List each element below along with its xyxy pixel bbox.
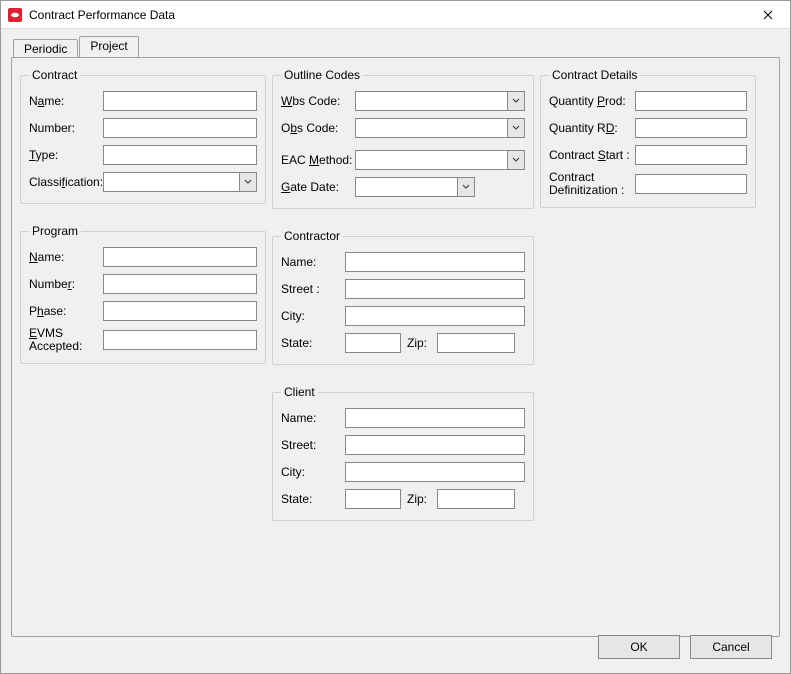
obs-code-label: Obs Code: [281, 122, 355, 135]
program-phase-input[interactable] [103, 301, 257, 321]
contract-definitization-input[interactable] [635, 174, 747, 194]
app-icon [7, 7, 23, 23]
contract-name-input[interactable] [103, 91, 257, 111]
quantity-prod-label: Quantity Prod: [549, 95, 635, 108]
gate-date-label: Gate Date: [281, 181, 355, 194]
gate-date-input[interactable] [355, 177, 457, 197]
client-state-input[interactable] [345, 489, 401, 509]
obs-code-input[interactable] [355, 118, 507, 138]
contract-classification-dropdown-button[interactable] [239, 172, 257, 192]
wbs-code-input[interactable] [355, 91, 507, 111]
group-client: Client Name: Street: City: [272, 385, 534, 521]
chevron-down-icon [512, 157, 520, 163]
quantity-rd-label: Quantity RD: [549, 122, 635, 135]
quantity-rd-input[interactable] [635, 118, 747, 138]
chevron-down-icon [462, 184, 470, 190]
program-number-input[interactable] [103, 274, 257, 294]
client-street-label: Street: [281, 439, 345, 452]
button-bar: OK Cancel [598, 635, 772, 659]
client-zip-input[interactable] [437, 489, 515, 509]
program-name-input[interactable] [103, 247, 257, 267]
contract-number-input[interactable] [103, 118, 257, 138]
group-contract: Contract Name: Number: Type: [20, 68, 266, 204]
contract-name-label: Name: [29, 95, 103, 108]
client-city-input[interactable] [345, 462, 525, 482]
group-contract-legend: Contract [29, 68, 80, 82]
gate-date-dropdown-button[interactable] [457, 177, 475, 197]
tab-strip: Periodic Project [13, 35, 780, 57]
close-icon [763, 10, 773, 20]
group-contractor: Contractor Name: Street : City: [272, 229, 534, 365]
program-evms-input[interactable] [103, 330, 257, 350]
client-name-label: Name: [281, 412, 345, 425]
client-street-input[interactable] [345, 435, 525, 455]
contractor-name-input[interactable] [345, 252, 525, 272]
chevron-down-icon [244, 179, 252, 185]
contract-number-label: Number: [29, 122, 103, 135]
tab-panel-project: Contract Name: Number: Type: [11, 57, 780, 637]
group-contractor-legend: Contractor [281, 229, 343, 243]
contractor-name-label: Name: [281, 256, 345, 269]
contractor-street-input[interactable] [345, 279, 525, 299]
tab-project[interactable]: Project [79, 36, 138, 57]
contractor-zip-label: Zip: [407, 337, 431, 350]
titlebar: Contract Performance Data [1, 1, 790, 29]
wbs-code-label: Wbs Code: [281, 95, 355, 108]
contractor-state-label: State: [281, 337, 345, 350]
quantity-prod-input[interactable] [635, 91, 747, 111]
program-number-label: Number: [29, 278, 103, 291]
contract-classification-label: Classification: [29, 176, 103, 189]
dialog-body: Periodic Project Contract Name: Number: [1, 29, 790, 673]
group-contract-details: Contract Details Quantity Prod: Quantity… [540, 68, 756, 208]
contract-type-input[interactable] [103, 145, 257, 165]
contractor-city-input[interactable] [345, 306, 525, 326]
tab-periodic[interactable]: Periodic [13, 39, 78, 58]
ok-button[interactable]: OK [598, 635, 680, 659]
eac-method-label: EAC Method: [281, 154, 355, 167]
contract-classification-input[interactable] [103, 172, 239, 192]
client-name-input[interactable] [345, 408, 525, 428]
group-outline-legend: Outline Codes [281, 68, 363, 82]
chevron-down-icon [512, 98, 520, 104]
contractor-city-label: City: [281, 310, 345, 323]
contractor-state-input[interactable] [345, 333, 401, 353]
group-program-legend: Program [29, 224, 81, 238]
client-city-label: City: [281, 466, 345, 479]
wbs-code-dropdown-button[interactable] [507, 91, 525, 111]
client-state-label: State: [281, 493, 345, 506]
contract-type-label: Type: [29, 149, 103, 162]
obs-code-dropdown-button[interactable] [507, 118, 525, 138]
chevron-down-icon [512, 125, 520, 131]
close-button[interactable] [746, 1, 790, 28]
window-title: Contract Performance Data [29, 8, 746, 22]
dialog-window: Contract Performance Data Periodic Proje… [0, 0, 791, 674]
contract-start-label: Contract Start : [549, 149, 635, 162]
contract-start-input[interactable] [635, 145, 747, 165]
group-outline-codes: Outline Codes Wbs Code: Obs Code: [272, 68, 534, 209]
group-details-legend: Contract Details [549, 68, 640, 82]
group-client-legend: Client [281, 385, 318, 399]
contractor-zip-input[interactable] [437, 333, 515, 353]
cancel-button[interactable]: Cancel [690, 635, 772, 659]
program-name-label: Name: [29, 251, 103, 264]
eac-method-input[interactable] [355, 150, 507, 170]
client-zip-label: Zip: [407, 493, 431, 506]
contract-definitization-label: Contract Definitization : [549, 171, 635, 197]
group-program: Program Name: Number: Phase: [20, 224, 266, 364]
program-phase-label: Phase: [29, 305, 103, 318]
program-evms-label: EVMS Accepted: [29, 327, 103, 353]
contractor-street-label: Street : [281, 283, 345, 296]
eac-method-dropdown-button[interactable] [507, 150, 525, 170]
